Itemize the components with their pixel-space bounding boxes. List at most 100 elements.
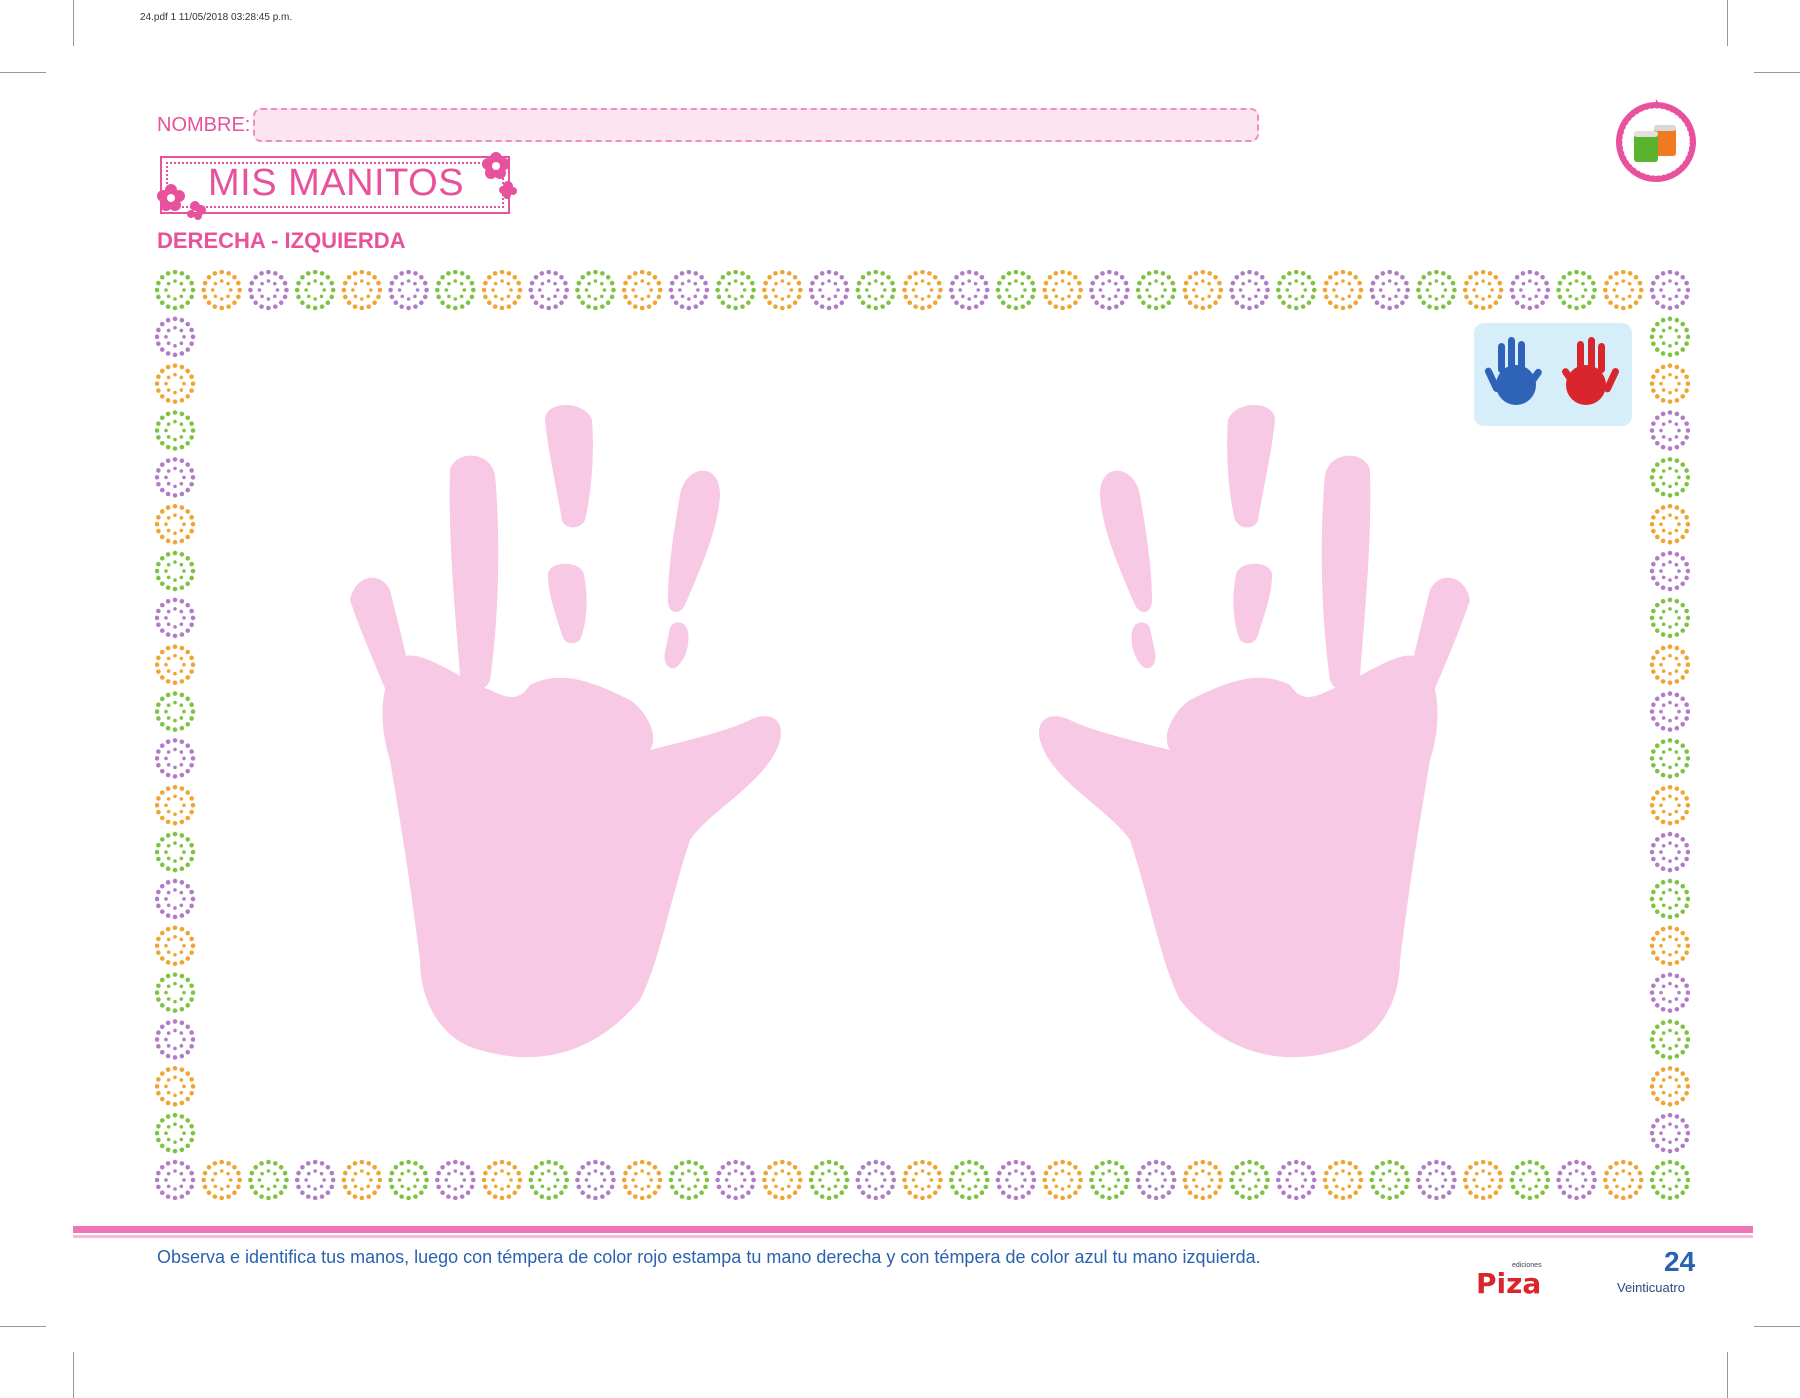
- dotted-ring: [1322, 270, 1364, 311]
- dotted-ring: [388, 270, 429, 311]
- dotted-ring: [155, 691, 196, 732]
- dotted-ring: [1509, 1159, 1551, 1200]
- dotted-ring: [1649, 644, 1690, 686]
- dotted-ring: [1649, 457, 1690, 498]
- dotted-ring: [575, 1159, 616, 1200]
- crop-mark: [1727, 1352, 1728, 1398]
- dotted-ring: [248, 270, 289, 311]
- dotted-ring: [1229, 1159, 1270, 1200]
- dotted-ring: [155, 738, 196, 779]
- dotted-ring: [435, 270, 476, 311]
- dotted-ring: [902, 1159, 943, 1200]
- dotted-ring: [155, 503, 196, 545]
- right-hand-template: [350, 405, 781, 1058]
- dotted-ring: [1649, 597, 1690, 639]
- dotted-ring: [1649, 784, 1690, 826]
- dotted-ring: [155, 597, 196, 639]
- dotted-ring: [1649, 1112, 1690, 1154]
- dotted-ring: [155, 457, 196, 498]
- dotted-ring: [155, 831, 196, 873]
- name-field[interactable]: [253, 108, 1259, 142]
- dotted-ring: [1649, 270, 1690, 311]
- dotted-ring: [621, 270, 663, 311]
- dotted-ring: [388, 1159, 429, 1200]
- crop-mark: [1727, 0, 1728, 46]
- dotted-ring: [528, 270, 570, 311]
- dotted-ring: [1649, 550, 1690, 592]
- dotted-ring: [1135, 270, 1177, 311]
- dotted-ring: [155, 316, 196, 358]
- dotted-ring: [1462, 270, 1504, 311]
- dotted-ring: [294, 1159, 336, 1200]
- dotted-ring: [201, 270, 243, 311]
- dotted-ring: [1135, 1159, 1177, 1200]
- dotted-ring: [902, 270, 943, 311]
- dotted-ring: [155, 1159, 196, 1200]
- publisher-small-text: ediciones: [1512, 1262, 1542, 1269]
- dotted-ring: [668, 1159, 710, 1200]
- dotted-ring: [294, 270, 336, 311]
- page-number: 24: [1664, 1246, 1696, 1277]
- dotted-ring: [1649, 316, 1690, 358]
- dotted-ring: [1416, 1159, 1457, 1200]
- dotted-ring: [155, 363, 196, 404]
- dotted-ring: [715, 270, 756, 311]
- dotted-ring: [1649, 691, 1690, 732]
- dotted-ring: [248, 1159, 289, 1200]
- dotted-ring: [528, 1159, 570, 1200]
- footer-rule: [73, 1226, 1753, 1233]
- dotted-ring: [995, 270, 1037, 311]
- dotted-ring: [155, 1112, 196, 1154]
- crop-mark: [1754, 72, 1800, 73]
- dotted-ring: [621, 1159, 663, 1200]
- model-handprints-box: [1474, 323, 1632, 426]
- dotted-ring: [1182, 1159, 1224, 1200]
- pdf-meta: 24.pdf 1 11/05/2018 03:28:45 p.m.: [140, 12, 293, 23]
- dotted-ring: [155, 270, 196, 311]
- page-subtitle: DERECHA - IZQUIERDA: [157, 228, 406, 253]
- dotted-ring: [1649, 878, 1690, 920]
- dotted-ring: [948, 270, 990, 311]
- page-number-word: Veinticuatro: [1617, 1280, 1685, 1295]
- left-hand-template: [1039, 405, 1470, 1058]
- dotted-ring: [1275, 1159, 1317, 1200]
- dotted-ring: [1322, 1159, 1364, 1200]
- dotted-ring: [1089, 270, 1130, 311]
- dotted-ring: [575, 270, 616, 311]
- dotted-ring: [201, 1159, 243, 1200]
- dotted-ring: [1649, 972, 1690, 1013]
- crop-mark: [1754, 1326, 1800, 1327]
- flower-icon: [157, 184, 206, 220]
- dotted-ring: [481, 1159, 523, 1200]
- handprint-templates: [350, 405, 1470, 1058]
- dotted-ring: [155, 1019, 196, 1060]
- crop-mark: [73, 1352, 74, 1398]
- dotted-ring: [1089, 1159, 1130, 1200]
- dotted-ring: [668, 270, 710, 311]
- dotted-ring: [155, 1066, 196, 1107]
- crop-mark: [0, 1326, 46, 1327]
- dotted-ring: [1649, 363, 1690, 404]
- dotted-ring: [1229, 270, 1270, 311]
- page-title: MIS MANITOS: [208, 162, 465, 204]
- dotted-ring: [715, 1159, 756, 1200]
- dotted-ring: [1042, 1159, 1083, 1200]
- dotted-ring: [855, 270, 897, 311]
- paint-jars-icon: [1616, 99, 1696, 182]
- dotted-ring: [481, 270, 523, 311]
- dotted-ring: [1416, 270, 1457, 311]
- dotted-ring: [1602, 270, 1644, 311]
- dotted-ring: [1649, 1066, 1690, 1107]
- dotted-ring: [1649, 503, 1690, 545]
- dotted-ring: [855, 1159, 897, 1200]
- dotted-ring: [762, 270, 803, 311]
- dotted-ring: [155, 644, 196, 686]
- dotted-ring: [341, 270, 383, 311]
- dotted-ring: [1649, 410, 1690, 451]
- dotted-ring: [435, 1159, 476, 1200]
- dotted-ring: [155, 550, 196, 592]
- dotted-ring: [1042, 270, 1083, 311]
- brand-name: Piza: [1476, 1267, 1541, 1299]
- dotted-ring: [155, 972, 196, 1013]
- instruction-text: Observa e identifica tus manos, luego co…: [157, 1247, 1261, 1267]
